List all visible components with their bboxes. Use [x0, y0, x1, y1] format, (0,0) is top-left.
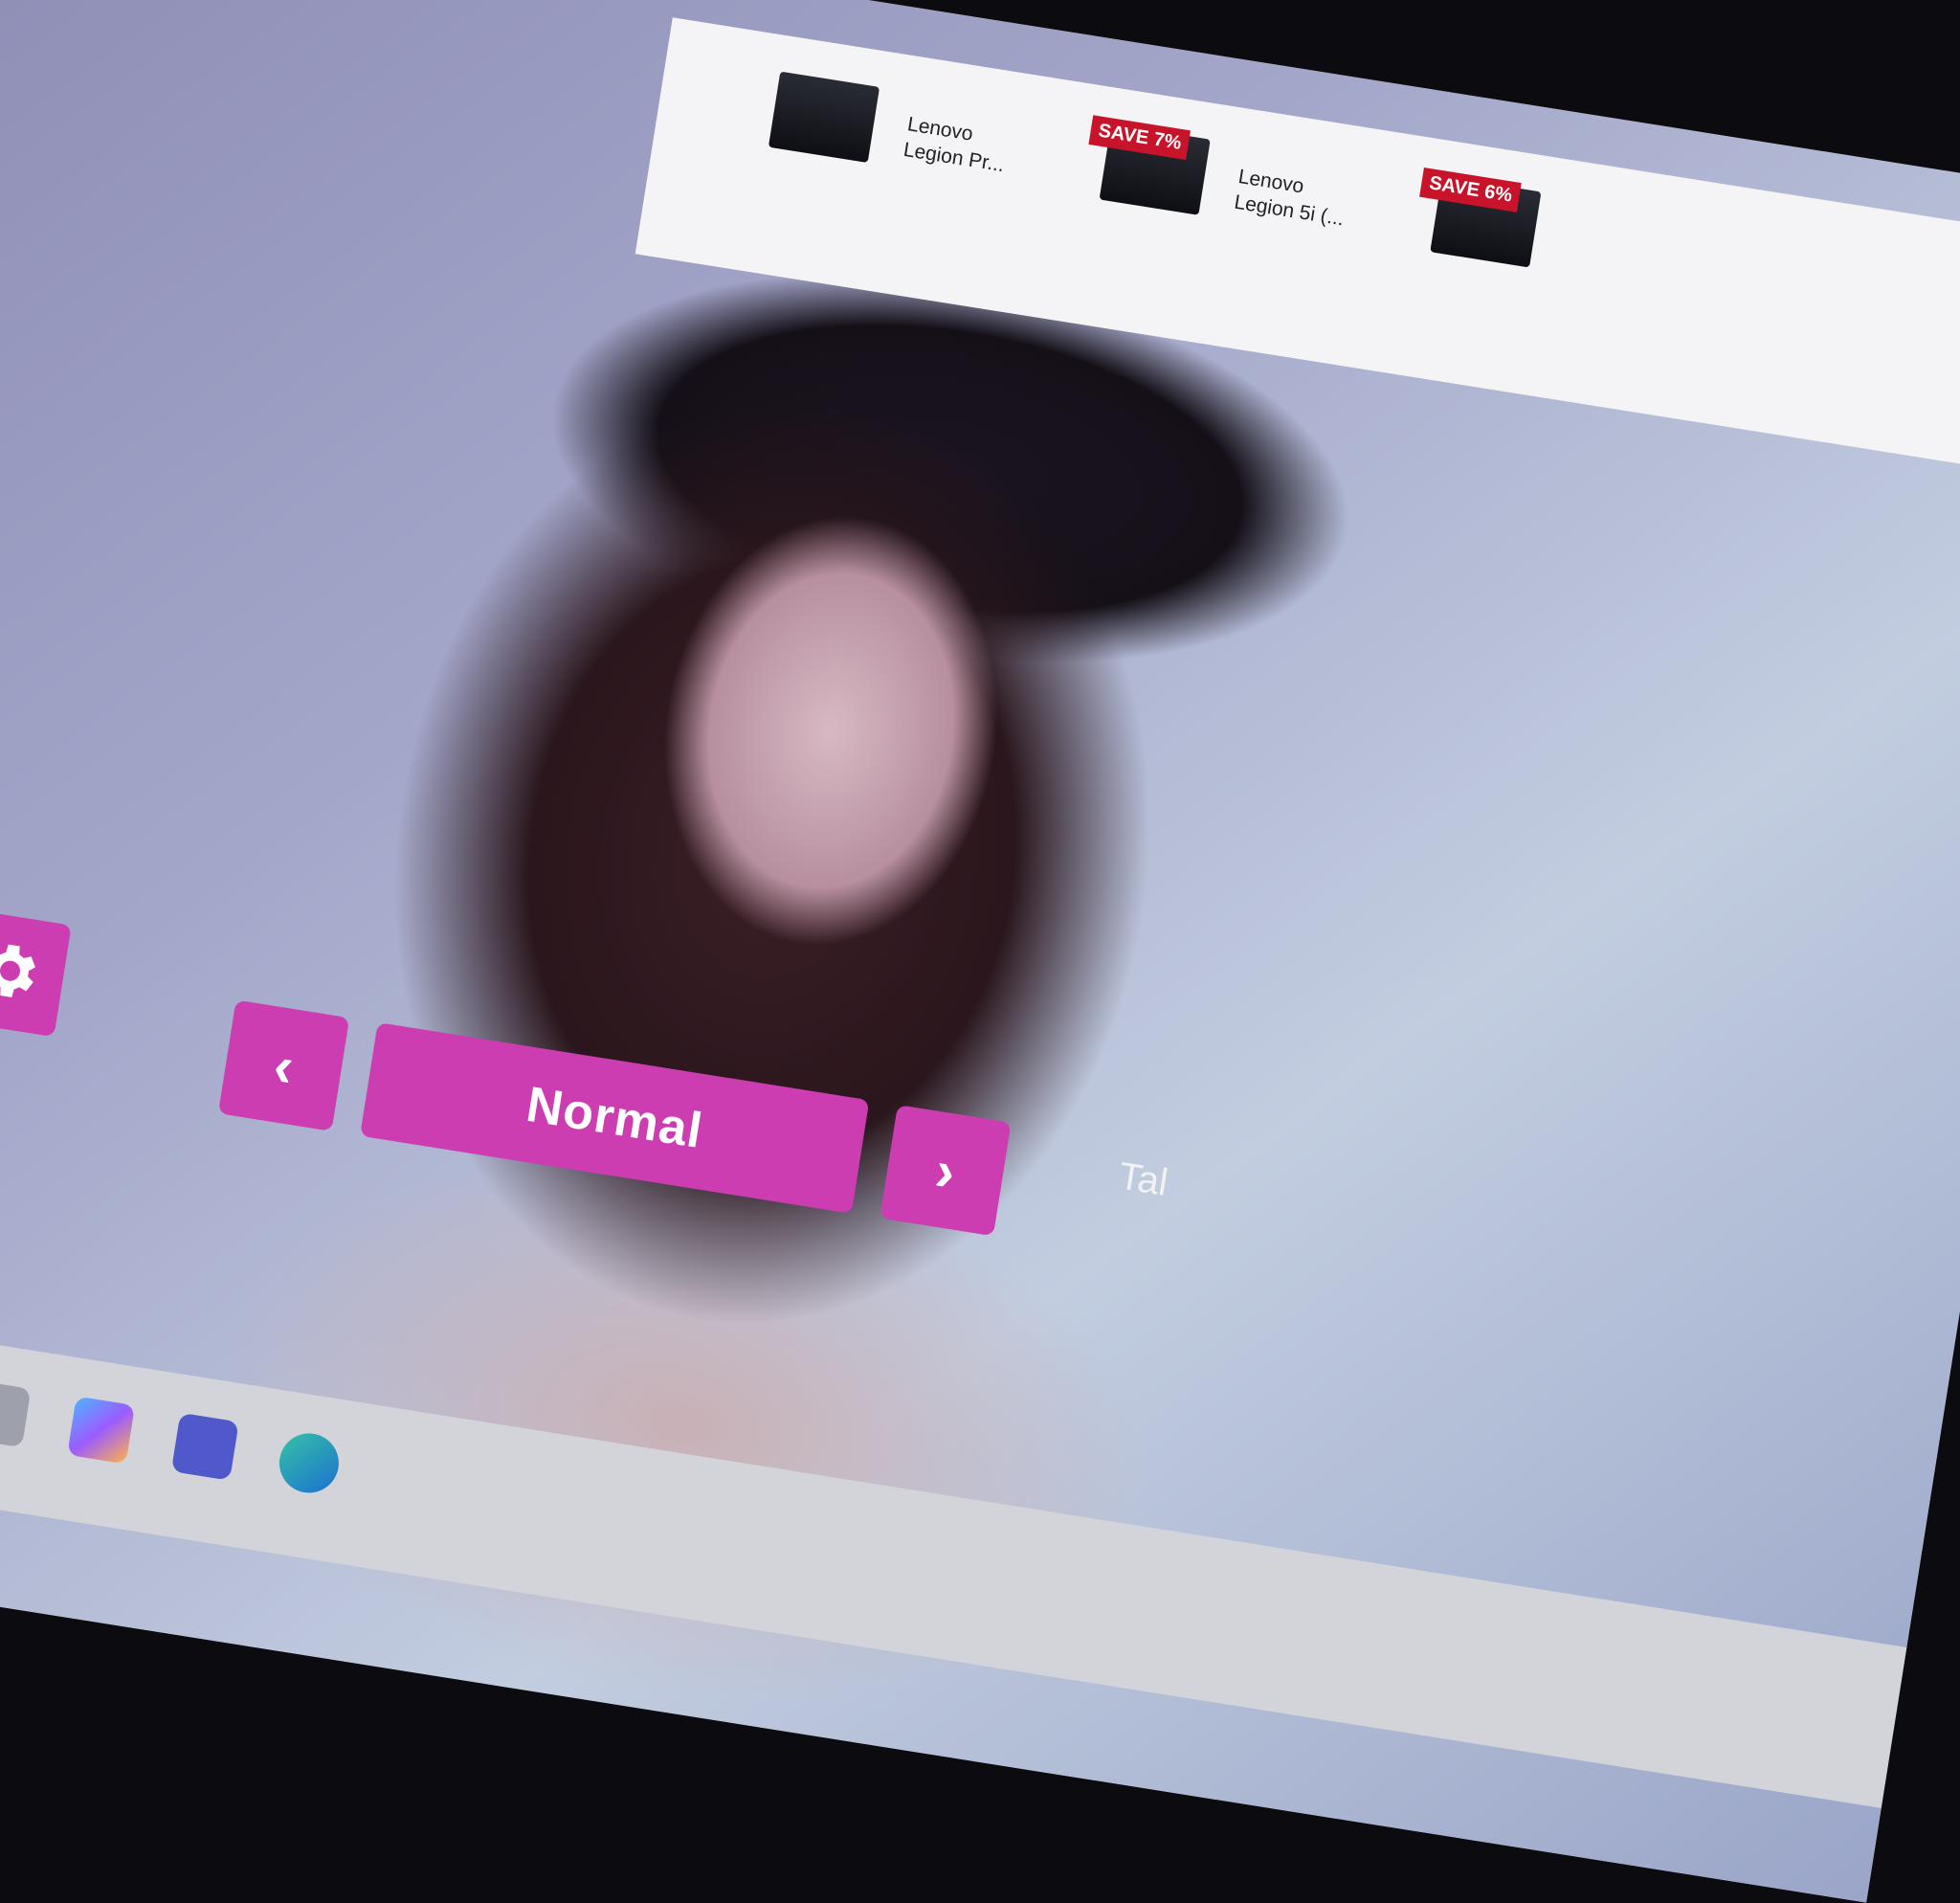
talk-label: Tal — [1115, 1154, 1171, 1204]
product-card[interactable]: Lenovo Legion Pr... — [753, 71, 1006, 242]
chevron-right-icon: › — [930, 1137, 961, 1204]
laptop-thumbnail[interactable] — [768, 71, 880, 164]
gear-icon — [0, 930, 47, 1014]
chevron-left-icon: ‹ — [269, 1032, 299, 1099]
edge-icon[interactable] — [275, 1428, 344, 1497]
product-title[interactable]: Lenovo Legion Pr... — [902, 111, 1023, 180]
product-title[interactable] — [1571, 216, 1685, 235]
monitor-screen: Lenovo Legion Pr... SAVE 7% Lenovo Legio… — [0, 0, 1960, 1903]
teams-icon[interactable] — [170, 1412, 239, 1481]
product-card[interactable]: SAVE 7% Lenovo Legion 5i (... — [1084, 115, 1346, 294]
next-mode-button[interactable]: › — [880, 1105, 1012, 1237]
previous-mode-button[interactable]: ‹ — [217, 999, 350, 1131]
copilot-icon[interactable] — [67, 1396, 136, 1465]
product-card[interactable]: SAVE 6% — [1415, 168, 1542, 347]
mode-label: Normal — [523, 1076, 707, 1160]
product-title[interactable]: Lenovo Legion 5i (... — [1233, 164, 1354, 233]
task-view-icon[interactable] — [0, 1379, 32, 1448]
